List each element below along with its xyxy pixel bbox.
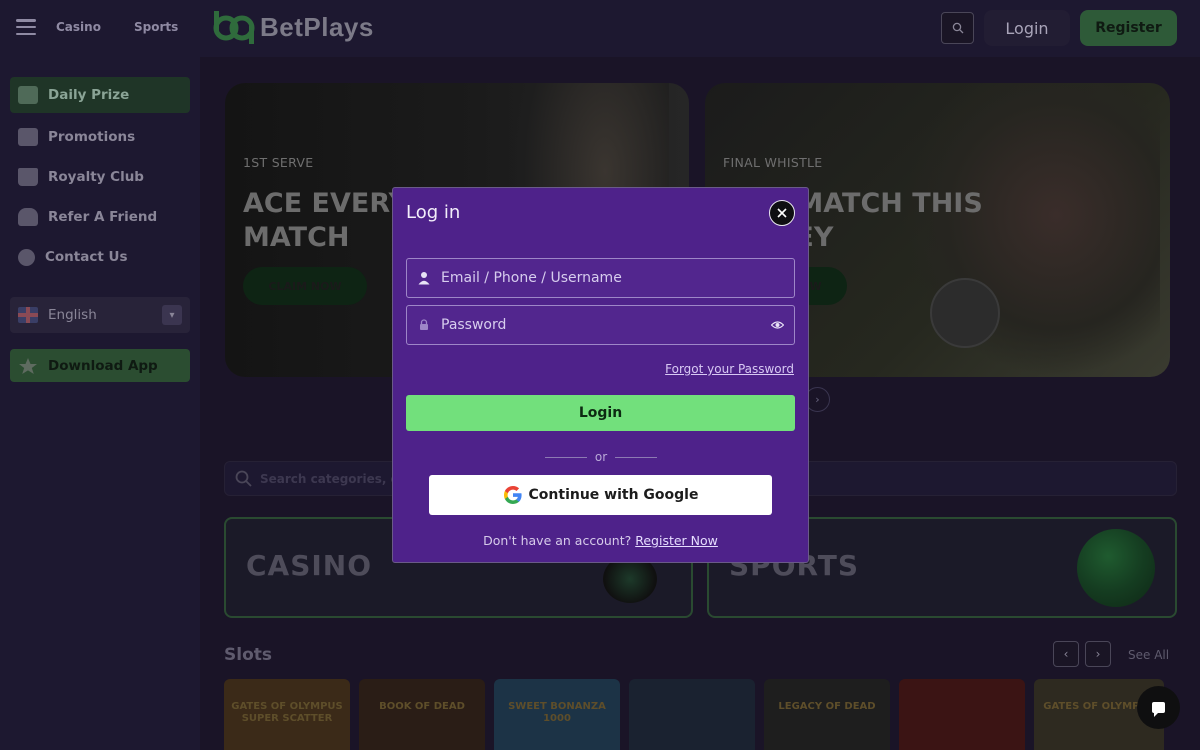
slot-game-tile[interactable]: GATES OF OLYMPUS SUPER SCATTER	[224, 679, 350, 750]
register-button[interactable]: Register	[1080, 10, 1177, 46]
sidebar-item-label: Contact Us	[45, 249, 128, 265]
slot-game-tile[interactable]	[899, 679, 1025, 750]
login-submit-button[interactable]: Login	[406, 395, 795, 431]
sidebar: Daily Prize Promotions Royalty Club Refe…	[0, 57, 200, 750]
slots-prev-button[interactable]: ‹	[1053, 641, 1079, 667]
username-input[interactable]	[441, 270, 761, 286]
banner-kicker: FINAL WHISTLE	[723, 155, 823, 170]
login-button[interactable]: Login	[984, 10, 1070, 46]
signup-prompt-text: Don't have an account?	[483, 533, 632, 548]
friends-icon	[18, 208, 38, 226]
slot-game-title: SWEET BONANZA 1000	[508, 701, 606, 724]
sidebar-item-label: Refer A Friend	[48, 209, 158, 225]
crown-icon	[18, 168, 38, 186]
search-button[interactable]	[941, 12, 974, 44]
sidebar-item-daily-prize[interactable]: Daily Prize	[10, 77, 190, 113]
download-app-button[interactable]: Download App	[10, 349, 190, 382]
or-divider: or	[545, 450, 657, 464]
brand-logo[interactable]: BetPlays	[212, 9, 374, 45]
sidebar-item-royalty-club[interactable]: Royalty Club	[10, 159, 190, 195]
claim-now-button[interactable]: CLAIM NOW	[243, 267, 367, 305]
search-icon	[235, 470, 252, 487]
sidebar-item-promotions[interactable]: Promotions	[10, 119, 190, 155]
password-input[interactable]	[441, 317, 761, 333]
banner-kicker: 1ST SERVE	[243, 155, 314, 170]
tab-casino[interactable]: Casino	[56, 20, 101, 34]
slot-game-tile[interactable]: SWEET BONANZA 1000	[494, 679, 620, 750]
forgot-password-link[interactable]: Forgot your Password	[665, 362, 794, 376]
chat-icon	[1152, 702, 1165, 717]
language-select[interactable]: English ▾	[10, 297, 190, 333]
menu-icon[interactable]	[16, 19, 36, 35]
lock-icon	[420, 319, 428, 330]
google-button-label: Continue with Google	[528, 487, 699, 503]
soccer-ball-icon	[1077, 529, 1155, 607]
slot-game-title: BOOK OF DEAD	[379, 701, 465, 712]
sidebar-item-contact-us[interactable]: Contact Us	[10, 239, 190, 275]
category-label: CASINO	[246, 549, 373, 582]
slot-game-tile[interactable]	[629, 679, 755, 750]
modal-title: Log in	[406, 202, 461, 223]
username-field[interactable]	[406, 258, 795, 298]
football-image	[930, 278, 1000, 348]
sidebar-item-refer-a-friend[interactable]: Refer A Friend	[10, 199, 190, 235]
slot-game-tile[interactable]: LEGACY OF DEAD	[764, 679, 890, 750]
slot-game-tile[interactable]: BOOK OF DEAD	[359, 679, 485, 750]
login-modal: Log in Forgot your Password Login or Con…	[392, 187, 809, 563]
close-button[interactable]	[769, 200, 795, 226]
sidebar-item-label: Royalty Club	[48, 169, 144, 185]
slots-section-title: Slots	[224, 645, 272, 665]
sidebar-item-label: Promotions	[48, 129, 136, 145]
star-icon	[19, 357, 37, 374]
or-label: or	[594, 450, 608, 464]
language-label: English	[48, 307, 97, 323]
signup-prompt: Don't have an account? Register Now	[393, 533, 808, 548]
brand-logo-icon	[213, 11, 255, 44]
password-field[interactable]	[406, 305, 795, 345]
continue-with-google-button[interactable]: Continue with Google	[429, 475, 772, 515]
slot-game-title: GATES OF OLYMPUS SUPER SCATTER	[231, 701, 343, 724]
eye-icon[interactable]	[771, 320, 784, 330]
brand-name: BetPlays	[260, 11, 374, 42]
download-app-label: Download App	[48, 357, 158, 374]
user-icon	[418, 272, 430, 285]
uk-flag-icon	[18, 307, 38, 323]
live-chat-button[interactable]	[1137, 686, 1180, 729]
promotions-icon	[18, 128, 38, 146]
slot-game-title: LEGACY OF DEAD	[778, 701, 876, 712]
gift-icon	[18, 86, 38, 104]
support-icon	[18, 248, 35, 266]
chevron-down-icon: ▾	[162, 305, 182, 325]
top-bar: Casino Sports BetPlays Login Register	[0, 0, 1200, 57]
see-all-link[interactable]: See All	[1128, 648, 1169, 662]
close-icon	[777, 208, 787, 218]
search-icon	[952, 22, 963, 34]
sidebar-item-label: Daily Prize	[48, 87, 130, 103]
google-icon	[503, 486, 522, 504]
register-now-link[interactable]: Register Now	[635, 533, 718, 548]
slots-next-button[interactable]: ›	[1085, 641, 1111, 667]
tab-sports[interactable]: Sports	[134, 20, 178, 34]
